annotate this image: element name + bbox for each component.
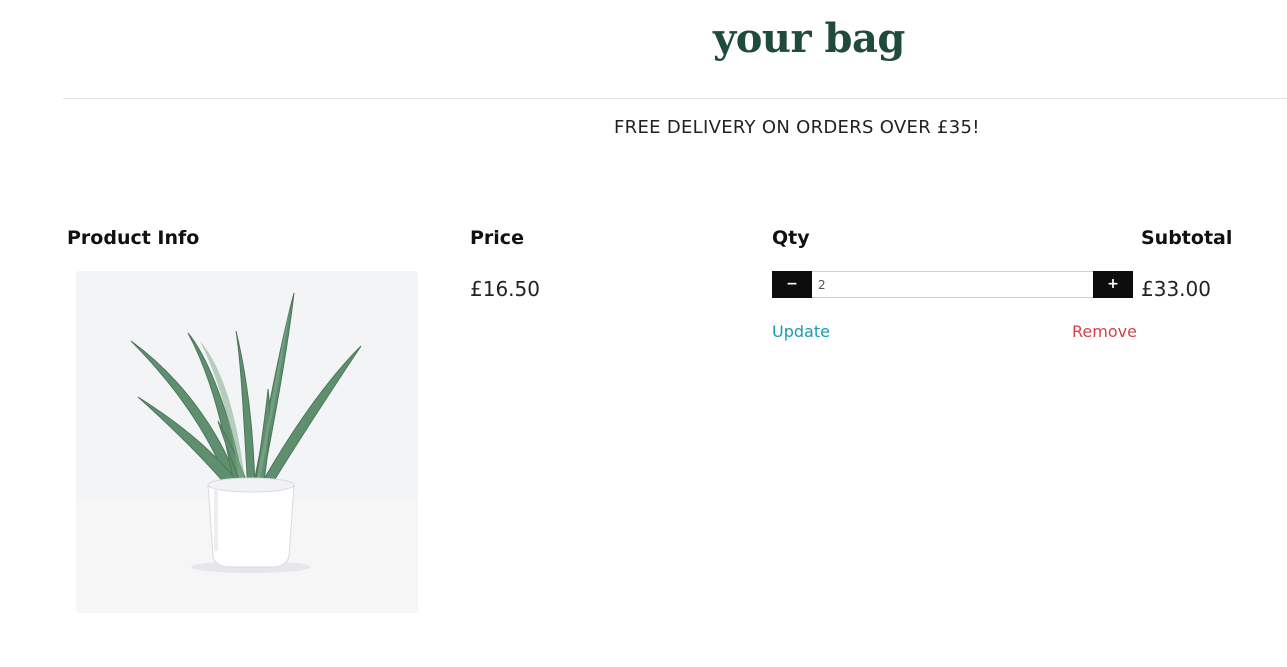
column-header-product-info: Product Info <box>67 227 200 249</box>
plus-icon: + <box>1107 276 1119 292</box>
update-link[interactable]: Update <box>772 321 830 343</box>
decrement-button[interactable]: − <box>772 271 812 298</box>
increment-button[interactable]: + <box>1093 271 1133 298</box>
quantity-stepper: − + <box>772 271 1133 298</box>
header-divider <box>63 98 1287 99</box>
quantity-input[interactable] <box>812 271 1093 298</box>
column-header-subtotal: Subtotal <box>1141 227 1233 249</box>
remove-link[interactable]: Remove <box>1072 321 1137 343</box>
aloe-plant-illustration <box>76 271 418 613</box>
delivery-banner: FREE DELIVERY ON ORDERS OVER £35! <box>614 117 980 138</box>
bag-page: your bag FREE DELIVERY ON ORDERS OVER £3… <box>0 0 1287 667</box>
column-header-price: Price <box>470 227 524 249</box>
product-image[interactable] <box>76 271 418 613</box>
item-price: £16.50 <box>470 277 540 301</box>
minus-icon: − <box>786 276 798 292</box>
page-title: your bag <box>713 15 905 62</box>
column-header-qty: Qty <box>772 227 810 249</box>
item-subtotal: £33.00 <box>1141 277 1211 301</box>
